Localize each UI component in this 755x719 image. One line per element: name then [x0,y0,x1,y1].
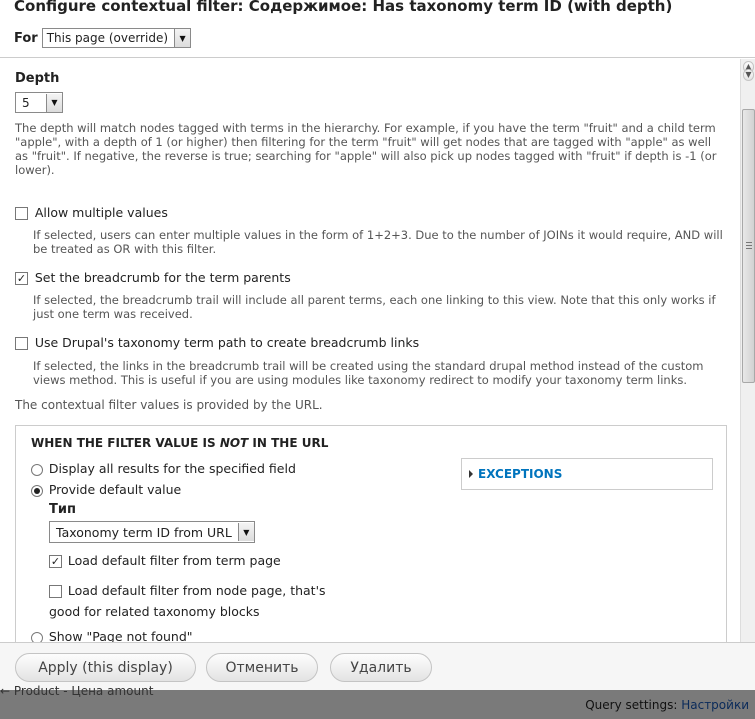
for-select[interactable]: This page (override) ▼ [41,28,192,48]
node-page-checkbox[interactable] [49,585,62,598]
option-label: Allow multiple values [34,205,168,220]
type-select-value: Taxonomy term ID from URL [56,524,232,540]
scroll-down-icon[interactable]: ▼ [743,69,754,81]
dialog-title: Configure contextual filter: Содержимое:… [14,0,673,15]
option-allow-multiple[interactable]: Allow multiple values [15,205,168,220]
breadcrumb-parents-checkbox[interactable]: ✓ [15,272,28,285]
depth-value: 5 [22,95,30,110]
chevron-down-icon: ▼ [237,523,254,541]
radio-display-all[interactable]: Display all results for the specified fi… [31,461,296,476]
apply-button[interactable]: Apply (this display) [15,653,196,682]
for-row: For This page (override) ▼ [14,28,192,48]
sub-option-label: Load default filter from node page, that… [67,583,326,598]
triangle-right-icon [469,470,473,478]
radio-label: Show "Page not found" [48,629,193,642]
type-select[interactable]: Taxonomy term ID from URL ▼ [49,521,255,543]
taxonomy-path-checkbox[interactable] [15,337,28,350]
dialog-content: Depth 5 ▼ The depth will match nodes tag… [0,59,740,642]
type-label: Тип [49,502,76,517]
background-page-overlay: ← Product - Цена amount Query settings: … [0,684,755,719]
depth-label: Depth [15,71,60,86]
option-description: If selected, the links in the breadcrumb… [33,359,704,387]
content-scrollbar[interactable]: ▲ ▼ [740,59,755,642]
chevron-down-icon: ▼ [174,29,191,47]
sub-option-label-cont: good for related taxonomy blocks [49,604,260,619]
display-all-radio[interactable] [31,463,43,476]
option-label: Use Drupal's taxonomy term path to creat… [34,335,420,350]
query-settings: Query settings: Настройки [585,698,749,712]
exceptions-label: EXCEPTIONS [478,467,563,481]
radio-label: Provide default value [48,482,182,497]
radio-label: Display all results for the specified fi… [48,461,296,476]
not-in-url-fieldset: WHEN THE FILTER VALUE IS NOT IN THE URL … [15,425,727,642]
fieldset-legend: WHEN THE FILTER VALUE IS NOT IN THE URL [31,436,329,450]
background-link: ← Product - Цена amount [0,684,154,698]
dialog-footer: Apply (this display) Отменить Удалить [0,642,755,690]
option-description: If selected, users can enter multiple va… [33,228,723,256]
exceptions-collapsible[interactable]: EXCEPTIONS [461,458,713,490]
term-page-checkbox[interactable]: ✓ [49,555,62,568]
depth-select[interactable]: 5 ▼ [15,92,63,113]
radio-provide-default[interactable]: Provide default value [31,482,181,497]
option-breadcrumb-parents[interactable]: ✓ Set the breadcrumb for the term parent… [15,270,291,285]
option-description: If selected, the breadcrumb trail will i… [33,293,716,321]
grip-icon [746,242,752,249]
sub-option-term-page[interactable]: ✓ Load default filter from term page [49,553,281,568]
for-select-value: This page (override) [46,31,169,45]
for-label: For [14,30,38,46]
radio-page-not-found[interactable]: Show "Page not found" [31,629,193,642]
dialog-header: Configure contextual filter: Содержимое:… [0,0,755,58]
option-taxonomy-path[interactable]: Use Drupal's taxonomy term path to creat… [15,335,419,350]
radio-dot [34,487,40,494]
depth-description: The depth will match nodes tagged with t… [15,121,717,177]
provide-default-radio[interactable] [31,484,43,497]
cancel-button[interactable]: Отменить [206,653,318,682]
option-label: Set the breadcrumb for the term parents [34,270,291,285]
scrollbar-thumb[interactable] [742,109,755,383]
page-not-found-radio[interactable] [31,631,43,642]
delete-button[interactable]: Удалить [330,653,432,682]
allow-multiple-checkbox[interactable] [15,207,28,220]
sub-option-label: Load default filter from term page [67,553,281,568]
sub-option-node-page[interactable]: Load default filter from node page, that… [49,583,326,598]
provided-note: The contextual filter values is provided… [15,398,323,412]
query-settings-link[interactable]: Настройки [681,698,749,712]
chevron-down-icon: ▼ [46,93,62,112]
